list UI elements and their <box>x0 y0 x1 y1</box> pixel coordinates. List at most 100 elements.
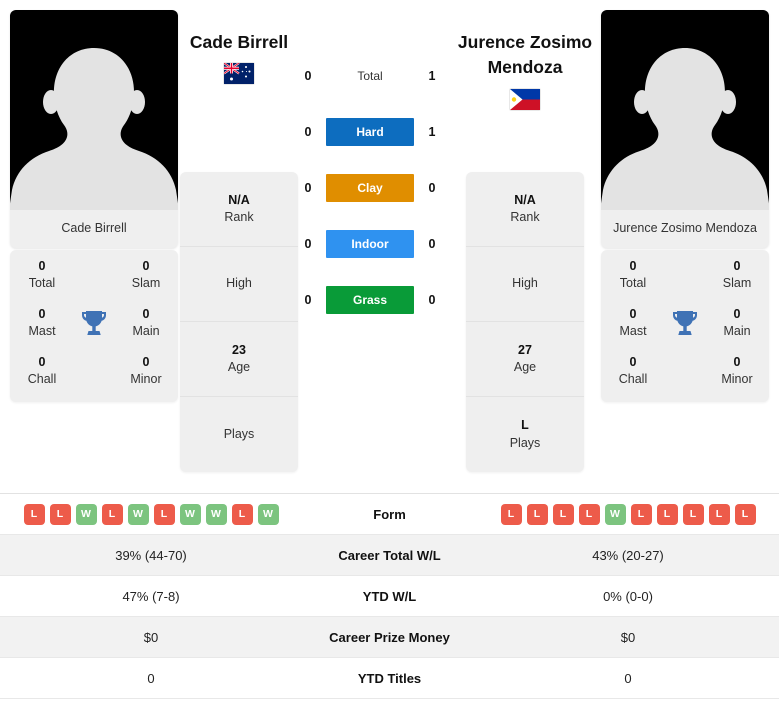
player-right-heading: Jurence Zosimo Mendoza <box>430 30 620 110</box>
left-titles-chall: 0 Chall <box>12 354 72 388</box>
right-plays-row: L Plays <box>466 397 584 472</box>
philippines-flag-icon <box>510 88 540 110</box>
table-row: $0 Career Prize Money $0 <box>0 617 779 658</box>
right-age-value: 27 <box>518 342 532 357</box>
stats-comparison-table: L L W L W L W W L W Form L L L L W L L L L L 39% (44-70) Caree… <box>0 493 779 699</box>
form-badge-loss[interactable]: L <box>153 503 175 525</box>
right-titles-slam-label: Slam <box>722 276 752 291</box>
left-titles-minor-label: Minor <box>130 371 162 386</box>
right-titles-mast-value: 0 <box>629 307 637 321</box>
form-badge-win[interactable]: W <box>205 503 227 525</box>
form-badge-loss[interactable]: L <box>49 503 71 525</box>
row-label-career_wl: Career Total W/L <box>338 547 441 563</box>
left-rank-row: N/A Rank <box>180 172 298 247</box>
h2h-right-score: 1 <box>428 69 436 83</box>
right-titles-mast-label: Mast <box>619 323 647 338</box>
left-high-label: High <box>226 276 252 291</box>
left-titles-minor: 0 Minor <box>116 354 176 388</box>
right-career_wl-value: 43% (20-27) <box>592 547 664 563</box>
right-titles-minor-value: 0 <box>733 354 741 369</box>
left-age-row: 23 Age <box>180 322 298 397</box>
h2h-surface-label: Total <box>357 69 383 83</box>
form-badge-win[interactable]: W <box>179 503 201 525</box>
left-high-row: High <box>180 247 298 322</box>
right-ytd_wl-value: 0% (0-0) <box>603 588 653 604</box>
left-ytd_wl-value: 47% (7-8) <box>122 588 180 604</box>
form-badge-loss[interactable]: L <box>23 503 45 525</box>
left-titles-slam: 0 Slam <box>116 258 176 292</box>
player-right-column: Jurence Zosimo Mendoza 0 Total 0 Slam 0 … <box>601 10 769 402</box>
player-comparison-header: Cade Birrell 0 Total 0 Slam 0 Mast 0 Mai… <box>0 0 779 493</box>
left-form-value: LLWLWLWWLW <box>0 503 302 525</box>
left-titles-total-label: Total <box>28 276 56 291</box>
right-titles-total: 0 Total <box>603 258 663 292</box>
left-titles-main: 0 Main <box>116 306 176 340</box>
player-right-name: Jurence Zosimo Mendoza <box>457 32 593 78</box>
right-prize_money-value: $0 <box>620 629 636 645</box>
left-age-label: Age <box>227 360 251 374</box>
form-badge-win[interactable]: W <box>127 503 149 525</box>
form-badge-win[interactable]: W <box>604 503 626 525</box>
player-left-photo-caption: Cade Birrell <box>61 221 127 235</box>
form-badge-loss[interactable]: L <box>630 503 652 525</box>
h2h-surface-label[interactable]: Grass <box>326 286 414 314</box>
left-titles-total: 0 Total <box>12 258 72 292</box>
left-rank-value: N/A <box>228 192 250 207</box>
right-titles-slam: 0 Slam <box>707 258 767 292</box>
left-titles-mast-value: 0 <box>38 307 46 321</box>
form-badge-win[interactable]: W <box>75 503 97 525</box>
h2h-right-score: 0 <box>428 181 436 195</box>
right-ytd_titles-value: 0 <box>624 670 632 686</box>
player-right-photo-caption: Jurence Zosimo Mendoza <box>613 221 757 235</box>
h2h-row-total: 0 Total 1 <box>300 62 440 90</box>
form-badge-win[interactable]: W <box>257 503 279 525</box>
form-badge-loss[interactable]: L <box>578 503 600 525</box>
form-badge-loss[interactable]: L <box>526 503 548 525</box>
form-badge-loss[interactable]: L <box>682 503 704 525</box>
right-titles-mast: 0 Mast <box>603 306 663 340</box>
right-titles-main-value: 0 <box>733 307 741 321</box>
left-titles-mast-label: Mast <box>28 323 56 338</box>
left-titles-main-value: 0 <box>142 307 150 321</box>
h2h-surface-label[interactable]: Clay <box>326 174 414 202</box>
player-right-info-card: N/A Rank High 27 Age L Plays <box>466 172 584 472</box>
h2h-surface-label[interactable]: Indoor <box>326 230 414 258</box>
table-row: 39% (44-70) Career Total W/L 43% (20-27) <box>0 535 779 576</box>
left-age-value: 23 <box>232 342 246 357</box>
right-titles-main: 0 Main <box>707 306 767 340</box>
h2h-row-hard: 0 Hard 1 <box>300 118 440 146</box>
form-badge-loss[interactable]: L <box>656 503 678 525</box>
h2h-left-score: 0 <box>304 125 312 139</box>
player-right-photo <box>601 10 769 210</box>
left-titles-mast: 0 Mast <box>12 306 72 340</box>
form-badge-loss[interactable]: L <box>708 503 730 525</box>
trophy-icon <box>72 309 116 337</box>
left-titles-chall-value: 0 <box>38 354 46 369</box>
left-titles-total-value: 0 <box>38 259 46 274</box>
head-to-head-panel: 0 Total 1 0 Hard 1 0 Clay 0 0 Indoor 0 0 Grass 0 <box>300 62 440 314</box>
right-plays-value: L <box>521 418 529 432</box>
right-rank-row: N/A Rank <box>466 172 584 247</box>
left-plays-label: Plays <box>223 426 255 441</box>
player-left-info-card: N/A Rank High 23 Age Plays <box>180 172 298 472</box>
right-titles-minor-label: Minor <box>721 371 753 386</box>
h2h-left-score: 0 <box>304 181 312 195</box>
form-badge-loss[interactable]: L <box>500 503 522 525</box>
right-titles-chall-label: Chall <box>618 371 648 386</box>
table-row: 0 YTD Titles 0 <box>0 658 779 699</box>
form-badge-loss[interactable]: L <box>552 503 574 525</box>
h2h-row-grass: 0 Grass 0 <box>300 286 440 314</box>
right-titles-slam-value: 0 <box>733 259 741 274</box>
h2h-right-score: 0 <box>428 237 436 251</box>
h2h-surface-label[interactable]: Hard <box>326 118 414 146</box>
right-age-row: 27 Age <box>466 322 584 397</box>
row-label-prize_money: Career Prize Money <box>329 629 450 645</box>
form-badge-loss[interactable]: L <box>734 503 756 525</box>
form-badge-loss[interactable]: L <box>101 503 123 525</box>
left-plays-row: Plays <box>180 397 298 472</box>
h2h-row-clay: 0 Clay 0 <box>300 174 440 202</box>
right-high-row: High <box>466 247 584 322</box>
left-titles-minor-value: 0 <box>142 354 150 369</box>
form-badge-loss[interactable]: L <box>231 503 253 525</box>
player-right-photo-card[interactable]: Jurence Zosimo Mendoza <box>601 10 769 249</box>
